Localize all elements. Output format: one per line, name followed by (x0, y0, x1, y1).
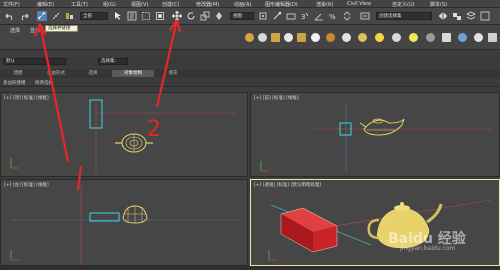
teapot-create-icon[interactable] (245, 33, 254, 42)
pivot-icon[interactable] (258, 11, 268, 21)
layer-toolbar (0, 57, 500, 66)
sun-icon[interactable] (409, 33, 418, 42)
material-editor-icon[interactable] (488, 33, 497, 42)
helper-icon[interactable] (426, 33, 435, 42)
svg-text:3: 3 (301, 13, 305, 21)
sphere-create-icon[interactable] (258, 33, 267, 42)
place-icon[interactable] (214, 11, 224, 21)
menu-tools[interactable]: 工具(T) (71, 1, 88, 8)
viewport-perspective[interactable]: [+] [透视] [标准] [默认明暗处理] (250, 179, 500, 266)
menu-customize[interactable]: 自定义(U) (392, 1, 415, 8)
teapot-wireframe-front[interactable] (359, 118, 405, 136)
select-and-scale-icon[interactable] (200, 11, 210, 21)
select-and-link-icon[interactable] (37, 11, 47, 21)
svg-text:%: % (329, 13, 336, 21)
select-object-icon[interactable] (113, 11, 123, 21)
red-box-shaded[interactable] (280, 207, 338, 253)
light-icon[interactable] (375, 33, 384, 42)
viewport-left[interactable]: [+] [左] [标准] [线框] (0, 179, 248, 266)
menu-graph-editors[interactable]: 图形编辑器(D) (265, 1, 298, 8)
status-bar (0, 266, 500, 270)
baidu-watermark-url: jingyan.baidu.com (400, 245, 456, 252)
viewport-top[interactable]: [+] [顶] [标准] [线框] (0, 92, 248, 177)
menu-rendering[interactable]: 渲染(R) (316, 1, 333, 8)
tab-object-paint[interactable]: 对象绘制 (112, 70, 154, 77)
cylinder-create-icon[interactable] (284, 33, 293, 42)
ribbon-tab-select[interactable]: 选择 (10, 27, 20, 34)
menu-create[interactable]: 创建(C) (162, 1, 179, 8)
graphite-tabs: 建模 自由形式 选择 对象绘制 填充 (0, 69, 500, 78)
rectangular-selection-icon[interactable] (141, 11, 151, 21)
select-manipulate-icon[interactable] (272, 11, 282, 21)
teapot-wireframe-top[interactable] (115, 133, 153, 153)
camera-icon[interactable] (392, 33, 401, 42)
menu-civil-view[interactable]: Civil View (347, 1, 371, 7)
reference-coordinate-dropdown[interactable]: 视图 (230, 12, 254, 20)
select-and-rotate-icon[interactable] (186, 11, 196, 21)
subtab-modify-selection[interactable]: 修改选择 (35, 80, 53, 86)
box-create-icon[interactable] (271, 33, 280, 42)
menu-view[interactable]: 视图(V) (131, 1, 148, 8)
render-setup-icon[interactable] (442, 33, 451, 42)
menu-edit[interactable]: 编辑(E) (37, 1, 54, 8)
window-crossing-icon[interactable] (155, 11, 165, 21)
cone-create-icon[interactable] (342, 33, 351, 42)
spinner-snap-icon[interactable] (342, 11, 352, 21)
ribbon-tab-display[interactable]: 显示 (30, 27, 40, 34)
teapot-wireframe-left[interactable] (122, 205, 148, 224)
tab-selection[interactable]: 选择 (78, 70, 108, 77)
snaps-toggle-icon[interactable]: 3 (300, 11, 310, 21)
layer-name-field[interactable]: 默认 (3, 58, 66, 65)
graphite-toolbar-icon[interactable] (480, 11, 490, 21)
layer-explorer-icon[interactable] (466, 11, 476, 21)
redo-icon[interactable] (19, 11, 29, 21)
select-by-name-icon[interactable] (127, 11, 137, 21)
tab-populate[interactable]: 填充 (158, 70, 188, 77)
render-frame-icon[interactable] (458, 33, 467, 42)
geosphere-create-icon[interactable] (311, 33, 320, 42)
select-and-move-icon[interactable] (172, 11, 182, 21)
menu-bar: 文件(F) 编辑(E) 工具(T) 组(G) 视图(V) 创建(C) 修改器(M… (0, 0, 500, 8)
menu-modifiers[interactable]: 修改器(M) (196, 1, 219, 8)
menu-file[interactable]: 文件(F) (3, 1, 20, 8)
render-icon[interactable] (474, 33, 483, 42)
edit-named-selection-icon[interactable] (360, 11, 370, 21)
menu-group[interactable]: 组(G) (103, 1, 116, 8)
tab-modeling[interactable]: 建模 (2, 70, 34, 77)
undo-icon[interactable] (5, 11, 15, 21)
torus-create-icon[interactable] (326, 33, 335, 42)
unlink-icon[interactable] (51, 11, 61, 21)
viewport-front[interactable]: [+] [前] [标准] [线框] (250, 92, 500, 177)
align-icon[interactable] (452, 11, 462, 21)
subtab-poly-modeling[interactable]: 多边形建模 (3, 80, 26, 86)
selection-filter-dropdown[interactable]: 全部 (80, 12, 108, 20)
selection-set-field[interactable]: 选择集: (98, 58, 128, 65)
percent-snap-icon[interactable]: % (328, 11, 338, 21)
tube-create-icon[interactable] (358, 33, 367, 42)
menu-scripting[interactable]: 脚本(S) (430, 1, 447, 8)
angle-snap-icon[interactable] (314, 11, 324, 21)
named-selection-set-dropdown[interactable]: 创建选择集 (376, 12, 432, 20)
graphite-subtabs: 多边形建模 修改选择 (0, 79, 500, 87)
bind-space-warp-icon[interactable] (65, 11, 75, 21)
tab-freeform[interactable]: 自由形式 (38, 70, 74, 77)
menu-animation[interactable]: 动画(A) (234, 1, 251, 8)
select-and-link-tooltip: 选择并链接 (45, 25, 78, 32)
keyboard-shortcut-override-icon[interactable] (286, 11, 296, 21)
mirror-icon[interactable] (438, 11, 448, 21)
plane-create-icon[interactable] (297, 33, 306, 42)
main-toolbar: 全部 视图 3 % 创建选择集 (0, 8, 500, 25)
